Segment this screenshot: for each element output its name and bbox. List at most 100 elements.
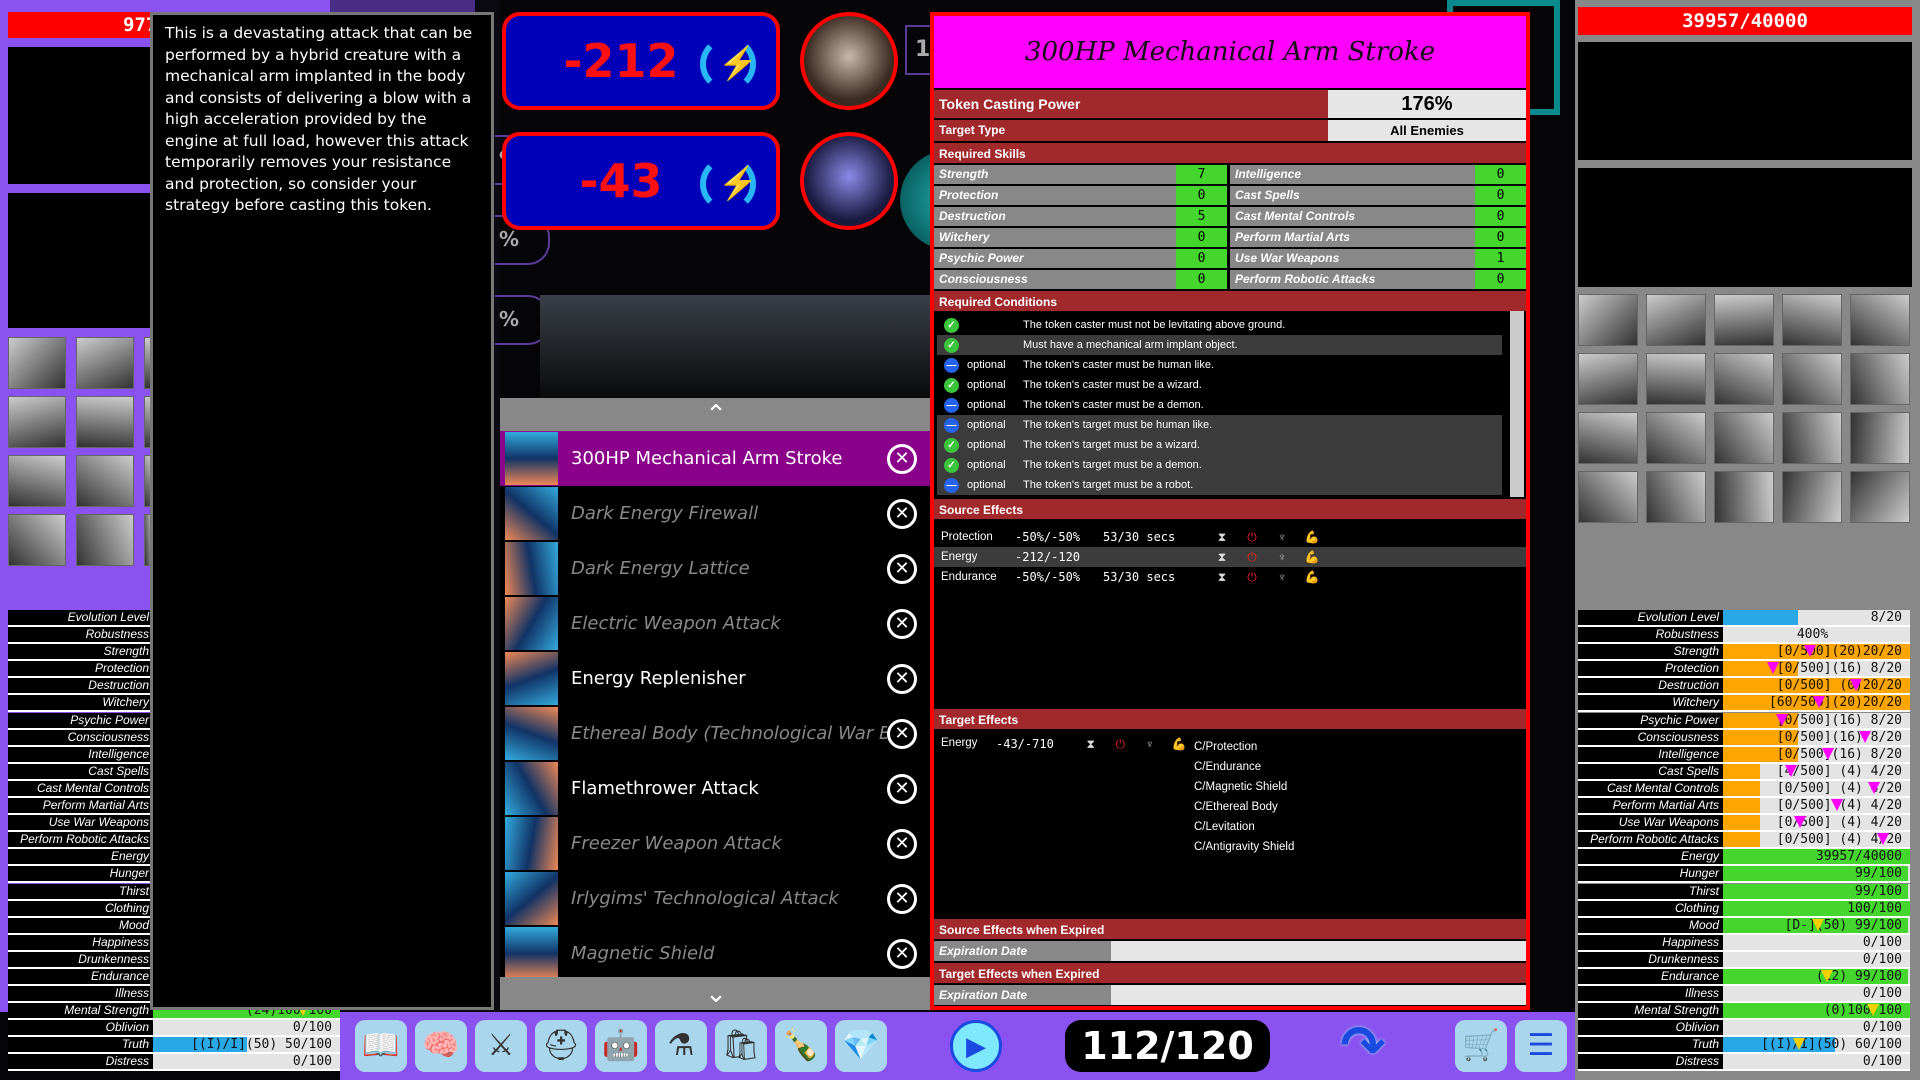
redo-button[interactable]: ↷ [1335, 1016, 1391, 1076]
groceries-icon[interactable]: 🛍 [715, 1020, 767, 1072]
effect-portrait[interactable] [1646, 412, 1706, 464]
effect-portrait[interactable] [1578, 353, 1638, 405]
remove-token-icon[interactable]: ✕ [887, 554, 917, 584]
effect-portrait[interactable] [1578, 412, 1638, 464]
effect-portrait[interactable] [1646, 471, 1706, 523]
effect-portrait[interactable] [76, 514, 134, 566]
effect-portrait[interactable] [1578, 294, 1638, 346]
skill-name: Cast Spells [1230, 186, 1475, 205]
token-list-item[interactable]: Flamethrower Attack✕ [500, 761, 932, 816]
token-list-item[interactable]: Dark Energy Firewall✕ [500, 486, 932, 541]
effect-portrait[interactable] [8, 514, 66, 566]
hourglass-icon: ⧗ [1207, 530, 1237, 545]
effect-portrait[interactable] [1646, 353, 1706, 405]
damage-value: -43 [546, 154, 696, 208]
brain-head-icon[interactable]: 🧠 [415, 1020, 467, 1072]
remove-token-icon[interactable]: ✕ [887, 829, 917, 859]
enemy-info-box-2 [1578, 168, 1912, 287]
effect-portrait[interactable] [1646, 294, 1706, 346]
condition-optional-label: optional [967, 379, 1023, 391]
effect-portrait[interactable] [1782, 294, 1842, 346]
remove-token-icon[interactable]: ✕ [887, 609, 917, 639]
stat-row: Robustness400% [1578, 627, 1910, 644]
play-button[interactable]: ▶ [950, 1020, 1002, 1072]
remove-token-icon[interactable]: ✕ [887, 774, 917, 804]
settings-sliders-button[interactable]: ☰ [1515, 1020, 1567, 1072]
effect-portrait[interactable] [8, 337, 66, 389]
effect-portrait[interactable] [76, 455, 134, 507]
skill-value: 1 [1475, 249, 1526, 268]
card-title: 300HP Mechanical Arm Stroke [934, 16, 1526, 88]
token-list-item[interactable]: Irlygims' Technological Attack✕ [500, 871, 932, 926]
effect-portrait[interactable] [8, 396, 66, 448]
casting-power-label: Token Casting Power [934, 90, 1328, 118]
token-list-item[interactable]: Energy Replenisher✕ [500, 651, 932, 706]
source-effect-row: Protection-50%/-50%53/30 secs⧗⏻♆💪 [934, 527, 1526, 547]
effect-portrait[interactable] [1782, 471, 1842, 523]
bottle-icon[interactable]: 🍾 [775, 1020, 827, 1072]
stat-row: Endurance(12) 99/100 [1578, 969, 1910, 986]
potion-icon[interactable]: ⚗ [655, 1020, 707, 1072]
effect-portrait[interactable] [1850, 294, 1910, 346]
stat-value: [D-](50) 99/100 [1723, 918, 1910, 933]
effect-portrait[interactable] [1850, 353, 1910, 405]
energy-refresh-icon: ⚡ [700, 156, 756, 212]
remove-token-icon[interactable]: ✕ [887, 884, 917, 914]
remove-token-icon[interactable]: ✕ [887, 499, 917, 529]
effect-portrait[interactable] [1782, 353, 1842, 405]
scroll-up-button[interactable]: ⌃ [500, 398, 932, 431]
condition-optional-label: optional [967, 419, 1023, 431]
stat-label: Clothing [8, 901, 153, 916]
effect-portrait[interactable] [1782, 412, 1842, 464]
stat-label: Perform Robotic Attacks [8, 832, 153, 847]
remove-token-icon[interactable]: ✕ [887, 444, 917, 474]
robot-icon[interactable]: 🤖 [595, 1020, 647, 1072]
effect-portrait[interactable] [8, 455, 66, 507]
effect-portrait[interactable] [76, 396, 134, 448]
stat-row: Distress0/100 [1578, 1054, 1910, 1071]
crossed-swords-icon[interactable]: ⚔ [475, 1020, 527, 1072]
helmet-icon[interactable]: ⛑ [535, 1020, 587, 1072]
effect-portrait[interactable] [1850, 412, 1910, 464]
caster-avatar[interactable] [800, 12, 898, 110]
target-avatar[interactable] [800, 132, 898, 230]
token-list-item[interactable]: 300HP Mechanical Arm Stroke✕ [500, 431, 932, 486]
crystal-icon[interactable]: 💎 [835, 1020, 887, 1072]
stat-row: Drunkenness0/100 [1578, 952, 1910, 969]
stat-fill-bar [1723, 815, 1760, 830]
skill-cell: Witchery0 [934, 226, 1230, 247]
effect-portrait[interactable] [1578, 471, 1638, 523]
scene-terrain [540, 295, 930, 398]
effect-portrait[interactable] [1714, 353, 1774, 405]
token-thumbnail [505, 597, 558, 650]
shop-cart-button[interactable]: 🛒 [1455, 1020, 1507, 1072]
token-list-item[interactable]: Electric Weapon Attack✕ [500, 596, 932, 651]
effect-portrait[interactable] [1714, 471, 1774, 523]
stat-label: Consciousness [1578, 730, 1723, 745]
stat-marker-icon [1776, 714, 1788, 726]
remove-token-icon[interactable]: ✕ [887, 664, 917, 694]
stat-value: [(I)/I](50) 60/100 [1723, 1037, 1910, 1052]
token-list-item[interactable]: Dark Energy Lattice✕ [500, 541, 932, 596]
effect-portrait[interactable] [1850, 471, 1910, 523]
source-effect-row: Endurance-50%/-50%53/30 secs⧗⏻♆💪 [934, 567, 1526, 587]
token-thumbnail [505, 762, 558, 815]
conditions-scrollbar[interactable] [1510, 311, 1524, 497]
token-list-item[interactable]: Ethereal Body (Technological War Based)✕ [500, 706, 932, 761]
stat-label: Drunkenness [1578, 952, 1723, 967]
stat-value: (0)100/100 [1723, 1003, 1910, 1018]
spellbook-icon[interactable]: 📖 [355, 1020, 407, 1072]
token-list-item[interactable]: Magnetic Shield✕ [500, 926, 932, 981]
token-name: Ethereal Body (Technological War Based) [558, 723, 887, 744]
remove-token-icon[interactable]: ✕ [887, 939, 917, 969]
effect-portrait[interactable] [1714, 412, 1774, 464]
scroll-down-button[interactable]: ⌄ [500, 977, 932, 1010]
required-skills-grid: Strength7Intelligence0Protection0Cast Sp… [934, 163, 1526, 289]
demon-icon: ♆ [1267, 570, 1297, 584]
effect-portrait[interactable] [76, 337, 134, 389]
condition-row: ✓The token caster must not be levitating… [937, 315, 1502, 335]
remove-token-icon[interactable]: ✕ [887, 719, 917, 749]
effect-portrait[interactable] [1714, 294, 1774, 346]
token-list-item[interactable]: Freezer Weapon Attack✕ [500, 816, 932, 871]
bottom-toolbar: 📖🧠⚔⛑🤖⚗🛍🍾💎 ▶ 112/120 ↷ 🛒 ☰ [340, 1012, 1575, 1080]
